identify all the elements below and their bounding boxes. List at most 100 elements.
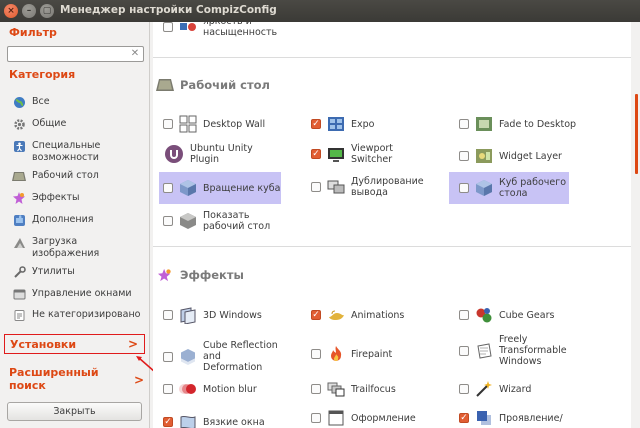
plugin-expo[interactable]: ✓ Expo: [311, 114, 374, 134]
plugin-desktop-wall[interactable]: Desktop Wall: [163, 114, 265, 134]
plugin-label: Motion blur: [203, 383, 257, 395]
plugin-decoration[interactable]: Оформление: [311, 408, 416, 428]
plugin-freely-transformable[interactable]: Freely Transformable Windows: [459, 334, 569, 367]
uncategorized-icon: [12, 308, 26, 322]
plugin-checkbox[interactable]: ✓: [459, 413, 469, 423]
filter-title: Фильтр: [9, 26, 57, 39]
plugin-trailfocus[interactable]: Trailfocus: [311, 379, 396, 399]
plugin-checkbox[interactable]: ✓: [311, 119, 321, 129]
plugin-checkbox[interactable]: [311, 384, 321, 394]
maximize-window-button[interactable]: ▢: [40, 4, 54, 18]
category-item-accessibility[interactable]: Специальные возможности: [12, 140, 132, 164]
puzzle-icon: [12, 213, 26, 227]
close-window-button[interactable]: ×: [4, 4, 18, 18]
chevron-right-icon: >: [133, 373, 144, 387]
plugin-wizard[interactable]: Wizard: [459, 379, 531, 399]
group-title-desktop: Рабочий стол: [156, 78, 270, 92]
plugin-wobbly-windows[interactable]: ✓ Вязкие окна: [163, 412, 265, 428]
window-management-icon: [12, 287, 26, 301]
category-item-utilities[interactable]: Утилиты: [12, 265, 75, 279]
minimize-window-button[interactable]: –: [22, 4, 36, 18]
desktop-wall-icon: [178, 114, 198, 134]
cube-reflection-icon: [178, 347, 198, 367]
plugin-fade-windows[interactable]: ✓ Проявление/: [459, 408, 563, 428]
category-item-general[interactable]: Общие: [12, 118, 66, 131]
fade-to-desktop-icon: [474, 114, 494, 134]
wizard-icon: [474, 379, 494, 399]
plugin-checkbox[interactable]: [163, 384, 173, 394]
plugin-checkbox[interactable]: [163, 183, 173, 193]
plugin-checkbox[interactable]: [311, 349, 321, 359]
plugin-checkbox[interactable]: [459, 119, 469, 129]
plugin-label: 3D Windows: [203, 309, 262, 321]
plugin-checkbox[interactable]: [459, 310, 469, 320]
sidebar: Фильтр ✕ Категория Все Общие Специальные…: [0, 22, 156, 428]
category-item-extras[interactable]: Дополнения: [12, 214, 94, 227]
scrollbar-thumb[interactable]: [635, 94, 638, 174]
cube-rotate-icon: [178, 178, 198, 198]
filter-input[interactable]: ✕: [7, 46, 144, 62]
desktop-icon: [12, 169, 26, 183]
plugin-brightness-saturation[interactable]: яркость и насыщенность: [163, 22, 283, 38]
category-item-window-management[interactable]: Управление окнами: [12, 288, 132, 301]
plugin-label: Cube Gears: [499, 309, 555, 321]
trailfocus-icon: [326, 379, 346, 399]
plugin-checkbox[interactable]: [311, 182, 321, 192]
plugin-firepaint[interactable]: Firepaint: [311, 344, 392, 364]
plugin-checkbox[interactable]: [459, 183, 469, 193]
plugin-checkbox[interactable]: ✓: [311, 310, 321, 320]
plugin-clone-output[interactable]: Дублирование вывода: [311, 176, 424, 198]
plugin-checkbox[interactable]: [163, 216, 173, 226]
close-button[interactable]: Закрыть: [7, 402, 142, 421]
plugin-label: Wizard: [499, 383, 532, 395]
gear-icon: [12, 117, 26, 131]
magic-lamp-icon: [326, 305, 346, 325]
desktop-cube-icon: [474, 178, 494, 198]
clear-icon[interactable]: ✕: [129, 48, 141, 60]
plugin-fade-to-desktop[interactable]: Fade to Desktop: [459, 114, 576, 134]
plugin-show-desktop[interactable]: Показать рабочий стол: [163, 210, 273, 232]
setup-row[interactable]: Установки >: [4, 334, 145, 354]
globe-icon: [12, 95, 26, 109]
transform-icon: [474, 341, 494, 361]
plugin-checkbox[interactable]: [459, 345, 469, 356]
category-item-desktop[interactable]: Рабочий стол: [12, 170, 99, 183]
category-label: Загрузка изображения: [32, 236, 100, 259]
fade-windows-icon: [474, 408, 494, 428]
plugin-checkbox[interactable]: [163, 351, 173, 362]
plugin-checkbox[interactable]: [459, 151, 469, 161]
divider: [153, 246, 631, 247]
category-title: Категория: [9, 68, 76, 81]
plugin-checkbox[interactable]: [163, 119, 173, 129]
scrollbar[interactable]: [632, 22, 640, 428]
plugin-label: Куб рабочего стола: [499, 177, 567, 199]
plugin-ubuntu-unity[interactable]: Ubuntu Unity Plugin: [163, 143, 254, 165]
plugin-label: Оформление: [351, 412, 416, 424]
group-title-effects: Эффекты: [156, 268, 244, 282]
plugin-checkbox[interactable]: [163, 310, 173, 320]
plugin-viewport-switcher[interactable]: ✓ Viewport Switcher: [311, 143, 411, 165]
plugin-cube-rotate[interactable]: Вращение куба: [159, 172, 281, 204]
category-item-effects[interactable]: Эффекты: [12, 192, 80, 205]
category-label: Рабочий стол: [32, 170, 99, 181]
category-item-all[interactable]: Все: [12, 96, 50, 109]
plugin-checkbox[interactable]: [311, 413, 321, 423]
plugin-checkbox[interactable]: ✓: [311, 149, 321, 159]
plugin-cube-reflection[interactable]: Cube Reflection and Deformation: [163, 340, 283, 373]
plugin-desktop-cube[interactable]: Куб рабочего стола: [449, 172, 569, 204]
category-item-uncategorized[interactable]: Не категоризировано: [12, 309, 140, 322]
plugin-label: Fade to Desktop: [499, 118, 577, 130]
plugin-3d-windows[interactable]: 3D Windows: [163, 305, 262, 325]
advanced-search-row[interactable]: Расширенный поиск >: [9, 366, 145, 392]
plugin-checkbox[interactable]: [163, 22, 173, 32]
plugin-checkbox[interactable]: ✓: [163, 417, 173, 427]
plugin-checkbox[interactable]: [459, 384, 469, 394]
category-item-image-loading[interactable]: Загрузка изображения: [12, 236, 122, 260]
plugin-label: Показать рабочий стол: [203, 210, 271, 232]
plugin-animations[interactable]: ✓ Animations: [311, 305, 404, 325]
plugin-cube-gears[interactable]: Cube Gears: [459, 305, 554, 325]
category-label: Дополнения: [32, 214, 94, 225]
plugin-widget-layer[interactable]: Widget Layer: [459, 146, 562, 166]
plugin-label: Trailfocus: [351, 383, 396, 395]
plugin-motion-blur[interactable]: Motion blur: [163, 379, 257, 399]
